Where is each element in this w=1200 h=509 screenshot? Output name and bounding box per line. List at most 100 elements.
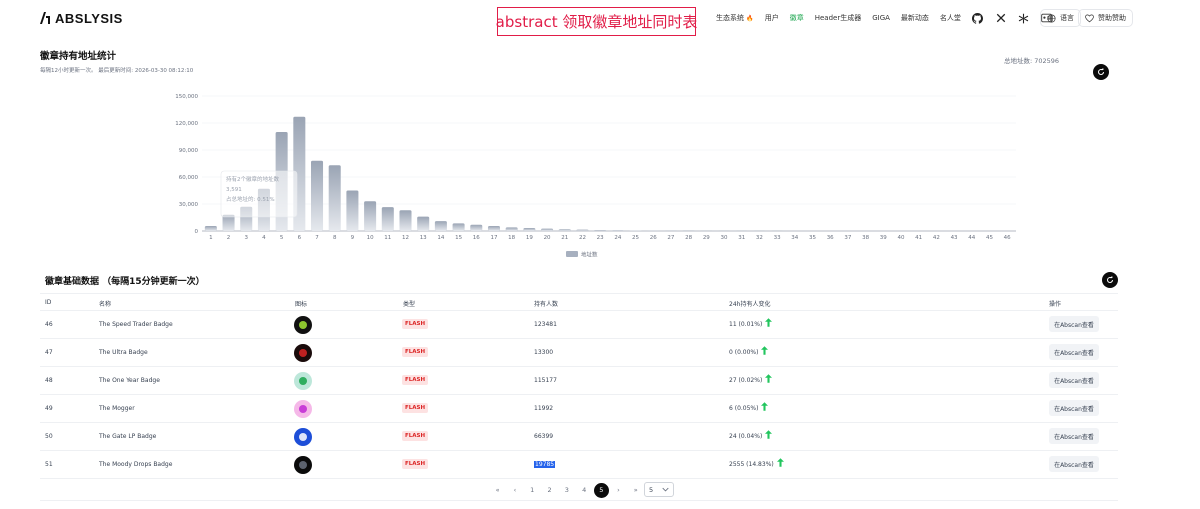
holders-24h-change: 11 (0.01%) [729, 321, 763, 328]
x-tick-label: 21 [561, 235, 568, 241]
chart-bar[interactable] [594, 230, 607, 231]
y-tick-label: 60,000 [179, 175, 199, 181]
col-header-icon: 图标 [295, 301, 308, 308]
y-tick-label: 0 [195, 229, 199, 235]
x-tick-label: 7 [315, 235, 319, 241]
page-2-button[interactable]: 2 [541, 482, 558, 498]
col-header-id[interactable]: ID [45, 299, 51, 306]
next-page-button[interactable]: › [610, 482, 627, 498]
chart-bar[interactable] [452, 223, 465, 231]
x-tick-label: 20 [544, 235, 551, 241]
type-badge: FLASH [402, 459, 429, 469]
holders-24h-change: 27 (0.02%) [729, 377, 763, 384]
trend-up-icon [765, 374, 772, 383]
chart-bar[interactable] [364, 201, 377, 231]
chart-bar[interactable] [204, 226, 217, 231]
badge-id: 48 [45, 377, 53, 384]
chart-bar[interactable] [417, 216, 430, 231]
page-select-value: 5 [649, 485, 654, 494]
table-refresh-button[interactable] [1102, 272, 1118, 288]
x-tick-label: 17 [490, 235, 497, 241]
chart-bar[interactable] [541, 228, 554, 231]
chart-bar[interactable] [558, 229, 571, 231]
trend-up-icon [777, 458, 784, 467]
holders-bar-chart: 030,00060,00090,000120,000150,000 123456… [175, 94, 1016, 259]
view-on-abscan-button[interactable]: 在Abscan查看 [1049, 372, 1099, 388]
page-5-button-current[interactable]: 5 [593, 482, 609, 498]
holders-count: 115177 [534, 377, 557, 384]
holders-24h-change: 6 (0.05%) [729, 405, 759, 412]
col-header-type[interactable]: 类型 [403, 299, 415, 308]
x-tick-label: 5 [280, 235, 284, 241]
x-tick-label: 31 [738, 235, 745, 241]
chart-bar[interactable] [487, 226, 500, 231]
last-page-button[interactable]: » [627, 482, 644, 498]
badge-name: The Ultra Badge [99, 349, 148, 356]
chart-tooltip: 持有2个徽章的地址数 3,591 占总地址的: 0.51% [220, 170, 298, 218]
legend-label: 地址数 [581, 251, 598, 259]
chart-bar[interactable] [611, 230, 624, 231]
col-header-holders[interactable]: 持有人数 [534, 299, 558, 308]
col-header-24h-change[interactable]: 24h持有人变化 [729, 299, 770, 308]
x-tick-label: 36 [827, 235, 834, 241]
pagination: « ‹ 1 2 3 4 5 › » [489, 482, 644, 498]
page-3-button[interactable]: 3 [558, 482, 575, 498]
view-on-abscan-button[interactable]: 在Abscan查看 [1049, 456, 1099, 472]
chart-bar[interactable] [399, 210, 412, 231]
chart-bar[interactable] [576, 229, 589, 231]
x-tick-label: 18 [508, 235, 515, 241]
chart-bar[interactable] [311, 160, 324, 231]
x-tick-label: 26 [650, 235, 657, 241]
x-tick-label: 33 [774, 235, 781, 241]
x-tick-label: 1 [209, 235, 213, 241]
table-row: 51 The Moody Drops Badge FLASH 19785 2555 (1… [40, 451, 1118, 479]
chart-bar[interactable] [523, 228, 536, 231]
type-badge: FLASH [402, 319, 429, 329]
badge-id: 47 [45, 349, 53, 356]
x-tick-label: 12 [402, 235, 409, 241]
chart-bar[interactable] [505, 227, 518, 231]
chevron-down-icon [662, 487, 669, 492]
x-tick-label: 43 [951, 235, 958, 241]
type-badge: FLASH [402, 347, 429, 357]
chart-bar[interactable] [629, 230, 642, 231]
x-tick-label: 3 [244, 235, 248, 241]
holders-count: 11992 [534, 405, 554, 412]
x-tick-label: 22 [579, 235, 586, 241]
chart-bar[interactable] [328, 165, 341, 231]
view-on-abscan-button[interactable]: 在Abscan查看 [1049, 428, 1099, 444]
chart-bar[interactable] [470, 224, 483, 231]
page-select[interactable]: 5 [644, 482, 674, 497]
chart-bar[interactable] [434, 221, 447, 231]
first-page-button[interactable]: « [489, 482, 506, 498]
type-badge: FLASH [402, 403, 429, 413]
table-header: ID 名称 图标 类型 持有人数 24h持有人变化 操作 [40, 293, 1118, 311]
prev-page-button[interactable]: ‹ [506, 482, 523, 498]
col-header-name[interactable]: 名称 [99, 299, 111, 308]
page-4-button[interactable]: 4 [575, 482, 592, 498]
trend-up-icon [765, 430, 772, 439]
chart-legend[interactable]: 地址数 [566, 251, 598, 259]
x-tick-label: 38 [862, 235, 869, 241]
badge-name: The Gate LP Badge [99, 433, 157, 440]
type-badge: FLASH [402, 375, 429, 385]
trend-up-icon [765, 318, 772, 327]
chart-bar[interactable] [346, 190, 359, 232]
x-tick-label: 24 [614, 235, 621, 241]
chart-bar[interactable] [381, 207, 394, 231]
page-1-button[interactable]: 1 [524, 482, 541, 498]
table-row: 50 The Gate LP Badge FLASH 66399 24 (0.04%) 在… [40, 423, 1118, 451]
table-row: 48 The One Year Badge FLASH 115177 27 (0.02%… [40, 367, 1118, 395]
x-tick-label: 34 [791, 235, 798, 241]
badge-name: The One Year Badge [99, 377, 160, 384]
refresh-icon [1107, 276, 1113, 283]
x-tick-label: 13 [420, 235, 427, 241]
view-on-abscan-button[interactable]: 在Abscan查看 [1049, 344, 1099, 360]
y-tick-label: 150,000 [175, 94, 198, 100]
view-on-abscan-button[interactable]: 在Abscan查看 [1049, 316, 1099, 332]
x-tick-label: 8 [333, 235, 337, 241]
legend-swatch [566, 251, 578, 257]
x-tick-label: 27 [667, 235, 674, 241]
badge-id: 46 [45, 321, 53, 328]
view-on-abscan-button[interactable]: 在Abscan查看 [1049, 400, 1099, 416]
